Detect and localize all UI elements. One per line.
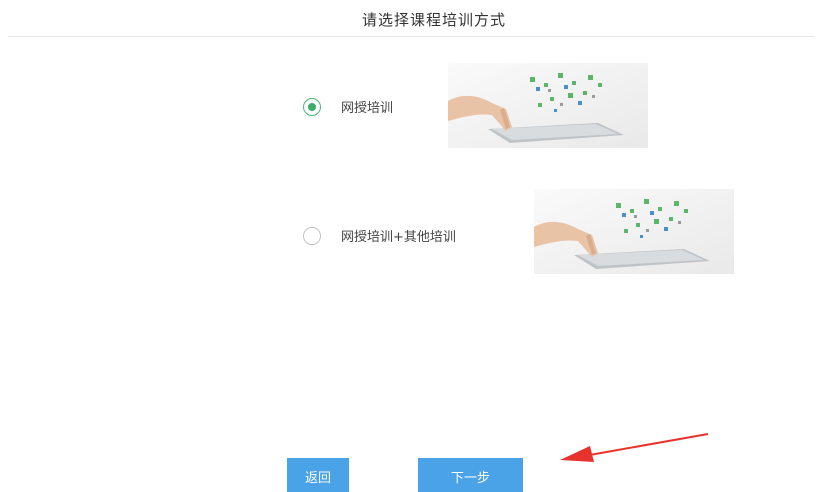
radio-online-training[interactable] [303, 97, 321, 116]
tablet-touch-illustration-2 [534, 189, 734, 274]
back-button[interactable]: 返回 [287, 458, 349, 492]
page-title: 请选择课程培训方式 [361, 11, 506, 29]
tablet-touch-illustration-1 [448, 63, 648, 148]
page: 请选择课程培训方式 网授培训 网授培训+其他培训 返回 下一步 [0, 0, 822, 492]
option-online-plus-other-training[interactable]: 网授培训+其他培训 [303, 226, 456, 245]
option-online-plus-other-training-label: 网授培训+其他培训 [341, 230, 456, 245]
option-online-training-label: 网授培训 [341, 101, 394, 116]
radio-online-plus-other-training[interactable] [303, 226, 321, 245]
option-online-training[interactable]: 网授培训 [303, 97, 393, 116]
next-step-button[interactable]: 下一步 [418, 458, 523, 492]
title-divider [8, 36, 814, 37]
